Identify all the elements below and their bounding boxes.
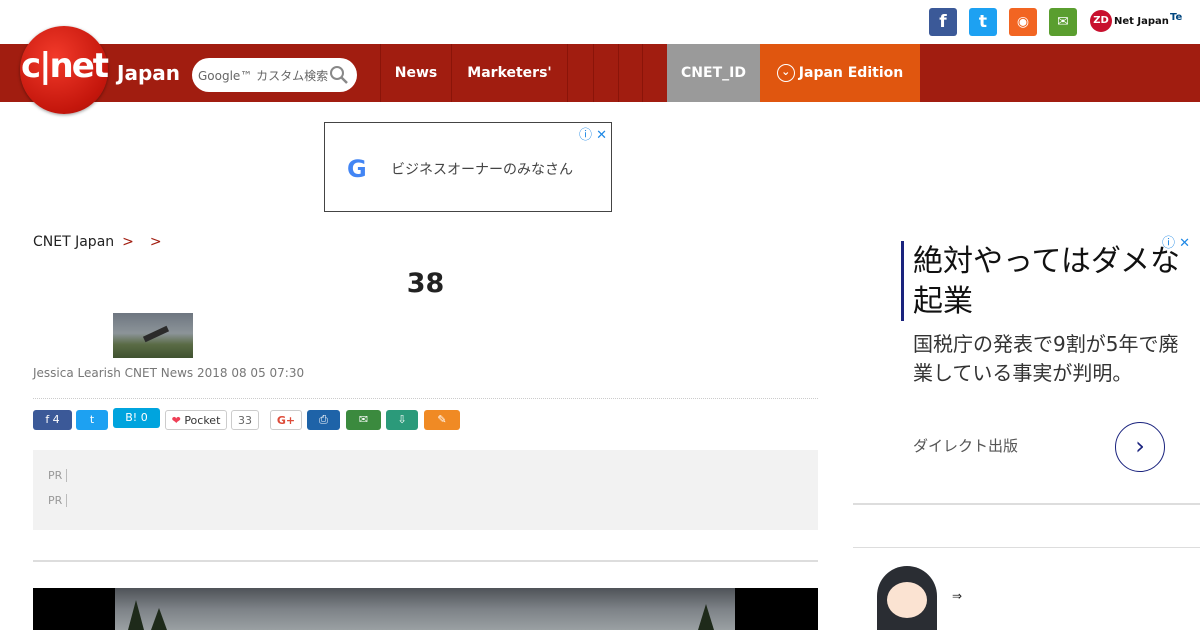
article-headline: 38 <box>406 268 445 299</box>
nav-item-5[interactable] <box>618 44 642 102</box>
nav-item-6[interactable] <box>642 44 667 102</box>
logo-japan-label: Japan <box>117 61 180 85</box>
breadcrumb-separator: > <box>149 234 162 250</box>
google-logo-icon: G <box>347 155 367 183</box>
breadcrumb-home[interactable]: CNET Japan <box>33 234 114 250</box>
sidebar-ad[interactable]: ⓘ ✕ 絶対やってはダメな起業 国税庁の発表で9割が5年で廃業している事実が判明… <box>853 230 1200 486</box>
pocket-label: Pocket <box>184 414 221 427</box>
divider <box>33 398 818 399</box>
nav-item-4[interactable] <box>593 44 618 102</box>
divider <box>33 560 818 562</box>
hero-tree <box>128 600 144 630</box>
thumbnail-figure <box>142 325 170 343</box>
rss-icon[interactable]: ◉ <box>1009 8 1037 36</box>
chevron-down-icon: ⌄ <box>776 64 795 82</box>
sidebar-item-subtitle: ⇒ <box>952 589 963 603</box>
pr-tag: PR <box>48 469 68 482</box>
divider <box>853 503 1200 505</box>
edition-label: Japan Edition <box>798 65 904 81</box>
facebook-icon[interactable]: f <box>929 8 957 36</box>
ad-text: ビジネスオーナーのみなさん <box>391 162 573 178</box>
clip-button[interactable]: ✎ <box>424 410 460 430</box>
breadcrumb-separator: > <box>122 234 134 250</box>
breadcrumb: CNET Japan > > <box>33 234 170 250</box>
article-thumbnail[interactable] <box>113 313 193 358</box>
google-plus-button[interactable]: G+ <box>270 410 302 430</box>
article-hero-image[interactable] <box>33 588 818 630</box>
divider <box>853 547 1200 548</box>
nav-item-3[interactable] <box>567 44 593 102</box>
mail-share-button[interactable]: ✉ <box>346 410 381 430</box>
cnet-logo[interactable]: c|net <box>20 26 109 114</box>
zdnet-link[interactable]: ZD Net Japan <box>1090 10 1169 32</box>
pr-link[interactable]: PR <box>48 492 73 508</box>
twitter-icon[interactable]: t <box>969 8 997 36</box>
hero-tree <box>698 604 714 630</box>
search-icon[interactable] <box>329 65 349 85</box>
ad-body: 国税庁の発表で9割が5年で廃業している事実が判明。 <box>913 332 1179 385</box>
pr-link[interactable]: PR <box>48 467 73 483</box>
cnet-id-button[interactable]: CNET_ID <box>667 44 760 102</box>
pocket-button[interactable]: ❤ Pocket <box>165 410 227 430</box>
search-box[interactable]: Google™ カスタム検索 <box>192 58 357 92</box>
logo-text: c|net <box>20 46 109 86</box>
techrepublic-link[interactable]: Te <box>1170 12 1182 23</box>
chevron-right-icon[interactable]: › <box>1115 422 1165 472</box>
download-button[interactable]: ⇩ <box>386 410 418 430</box>
facebook-share-button[interactable]: f 4 <box>33 410 72 430</box>
zdnet-text: Net Japan <box>1114 16 1169 27</box>
nav-marketers[interactable]: Marketers' <box>451 44 567 102</box>
hero-tree <box>151 608 167 630</box>
japan-edition-button[interactable]: ⌄ Japan Edition <box>760 44 920 102</box>
twitter-share-button[interactable]: t <box>76 410 108 430</box>
ad-headline: 絶対やってはダメな起業 <box>913 244 1180 319</box>
top-banner-ad[interactable]: G ビジネスオーナーのみなさん ⓘ ✕ <box>324 122 612 212</box>
mail-icon[interactable]: ✉ <box>1049 8 1077 36</box>
nav-news[interactable]: News <box>380 44 451 102</box>
zdnet-logo: ZD <box>1090 10 1112 32</box>
ad-advertiser: ダイレクト出版 <box>913 437 1019 455</box>
pocket-count: 33 <box>231 410 259 430</box>
hero-sky <box>115 588 735 630</box>
sidebar-item-image[interactable] <box>863 566 943 630</box>
pr-links-box: PR PR <box>33 450 818 530</box>
pocket-icon: ❤ <box>171 414 181 427</box>
print-button[interactable]: ⎙ <box>307 410 340 430</box>
article-byline: Jessica Learish CNET News 2018 08 05 07:… <box>33 366 305 380</box>
top-social-bar: f t ◉ ✉ ZD Net Japan Te <box>0 0 1200 44</box>
pr-tag: PR <box>48 494 68 507</box>
illustration-face <box>887 582 927 618</box>
ad-accent-bar <box>901 241 904 321</box>
search-input[interactable]: Google™ カスタム検索 <box>198 67 328 84</box>
adchoices-icon[interactable]: ⓘ ✕ <box>579 124 607 143</box>
hatena-bookmark-button[interactable]: B! 0 <box>113 408 160 428</box>
